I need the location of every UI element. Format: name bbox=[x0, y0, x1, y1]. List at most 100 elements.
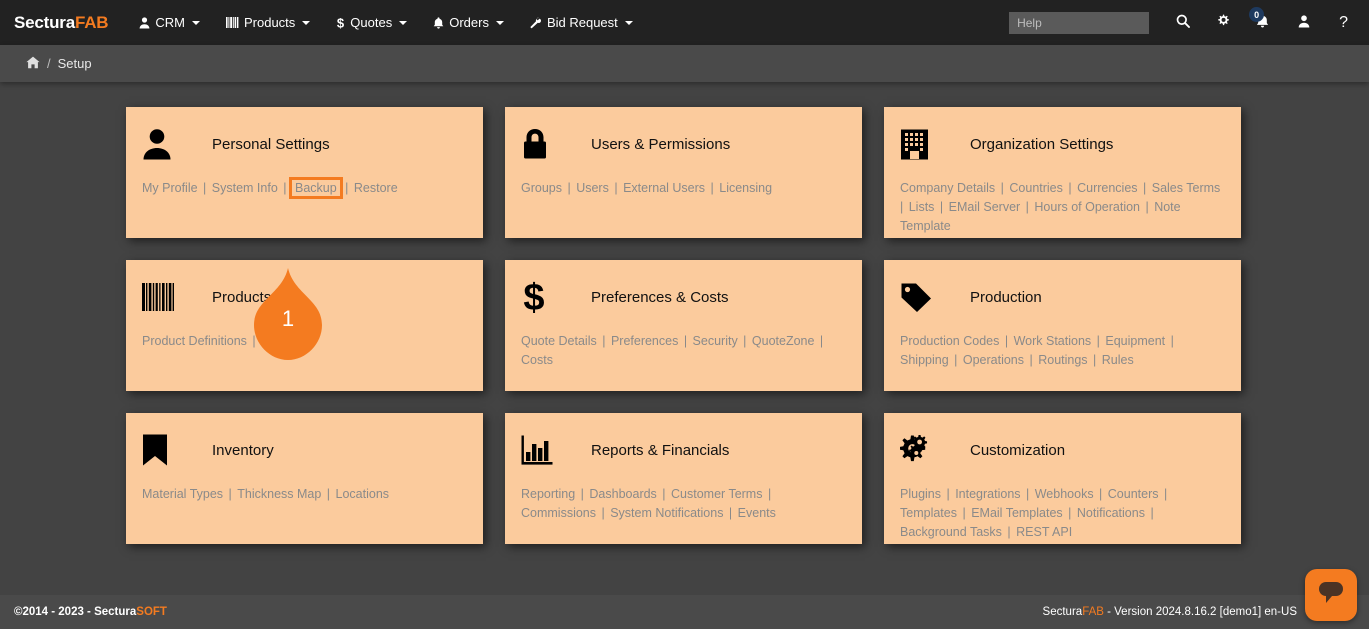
chevron-down-icon bbox=[302, 21, 310, 25]
copyright-accent: SOFT bbox=[136, 606, 167, 618]
card-link[interactable]: Lists bbox=[909, 200, 935, 214]
card-link[interactable]: Events bbox=[738, 506, 776, 520]
nav-item-quotes[interactable]: $ Quotes bbox=[323, 9, 420, 36]
card-link[interactable]: Shapes bbox=[261, 334, 303, 348]
user-icon bbox=[1298, 15, 1310, 31]
card-link[interactable]: Sales Terms bbox=[1152, 181, 1221, 195]
card-link[interactable]: Licensing bbox=[719, 181, 772, 195]
card-link[interactable]: Work Stations bbox=[1014, 334, 1092, 348]
link-separator: | bbox=[1140, 200, 1154, 214]
card-link[interactable]: EMail Templates bbox=[971, 506, 1062, 520]
help-button[interactable]: ? bbox=[1326, 8, 1361, 38]
card-title: Organization Settings bbox=[970, 136, 1113, 153]
link-separator: | bbox=[278, 181, 292, 195]
card-title: Inventory bbox=[212, 442, 274, 459]
card-links: Production Codes | Work Stations | Equip… bbox=[900, 332, 1225, 370]
nav-item-products[interactable]: Products bbox=[213, 9, 323, 36]
card-link[interactable]: Background Tasks bbox=[900, 525, 1002, 539]
chevron-down-icon bbox=[192, 21, 200, 25]
notification-badge: 0 bbox=[1249, 7, 1264, 22]
card-link[interactable]: Costs bbox=[521, 353, 553, 367]
card-link[interactable]: Customer Terms bbox=[671, 487, 762, 501]
notifications-button[interactable]: 0 bbox=[1243, 8, 1285, 37]
card-link[interactable]: Templates bbox=[900, 506, 957, 520]
card-link[interactable]: REST API bbox=[1016, 525, 1072, 539]
card-link[interactable]: Commissions bbox=[521, 506, 596, 520]
user-icon bbox=[139, 17, 150, 29]
card-links: Material Types | Thickness Map | Locatio… bbox=[142, 485, 467, 504]
card-link[interactable]: System Notifications bbox=[610, 506, 723, 520]
card-title: Personal Settings bbox=[212, 136, 330, 153]
card-link[interactable]: Hours of Operation bbox=[1034, 200, 1140, 214]
brand-logo[interactable]: SecturaFAB bbox=[14, 13, 108, 33]
link-separator: | bbox=[762, 487, 773, 501]
card-link[interactable]: Routings bbox=[1038, 353, 1087, 367]
card-link[interactable]: Preferences bbox=[611, 334, 678, 348]
card-link[interactable]: Production Codes bbox=[900, 334, 999, 348]
account-button[interactable] bbox=[1285, 9, 1326, 37]
card-title: Production bbox=[970, 289, 1042, 306]
breadcrumb-separator: / bbox=[47, 56, 51, 71]
card-link[interactable]: Dashboards bbox=[589, 487, 656, 501]
card-link[interactable]: Product Definitions bbox=[142, 334, 247, 348]
home-icon[interactable] bbox=[26, 56, 40, 72]
link-separator: | bbox=[597, 334, 611, 348]
card-link[interactable]: Restore bbox=[354, 181, 398, 195]
card-link[interactable]: Integrations bbox=[955, 487, 1020, 501]
card-link[interactable]: Operations bbox=[963, 353, 1024, 367]
chevron-down-icon bbox=[625, 21, 633, 25]
card-link[interactable]: Countries bbox=[1009, 181, 1063, 195]
card-link[interactable]: Webhooks bbox=[1035, 487, 1094, 501]
card-link[interactable]: Backup bbox=[292, 180, 340, 196]
card-link[interactable]: Equipment bbox=[1105, 334, 1165, 348]
card-header: Users & Permissions bbox=[521, 123, 846, 165]
card-link[interactable]: Currencies bbox=[1077, 181, 1137, 195]
nav-item-crm[interactable]: CRM bbox=[126, 9, 213, 36]
card-link[interactable]: Notifications bbox=[1077, 506, 1145, 520]
search-button[interactable] bbox=[1163, 8, 1203, 37]
card-link[interactable]: Thickness Map bbox=[237, 487, 321, 501]
card-link[interactable]: Rules bbox=[1102, 353, 1134, 367]
setup-card: $Preferences & CostsQuote Details | Pref… bbox=[505, 260, 862, 391]
card-link[interactable]: System Info bbox=[212, 181, 278, 195]
gears-icon bbox=[900, 433, 942, 467]
card-link[interactable]: EMail Server bbox=[949, 200, 1021, 214]
link-separator: | bbox=[1091, 334, 1105, 348]
card-link[interactable]: Company Details bbox=[900, 181, 995, 195]
search-icon bbox=[1176, 14, 1190, 31]
card-link[interactable]: Security bbox=[693, 334, 738, 348]
card-links: Plugins | Integrations | Webhooks | Coun… bbox=[900, 485, 1225, 542]
chat-widget-button[interactable] bbox=[1305, 569, 1357, 621]
card-link[interactable]: Counters bbox=[1108, 487, 1159, 501]
version-detail: - Version 2024.8.16.2 [demo1] en-US bbox=[1104, 606, 1297, 618]
link-separator: | bbox=[941, 487, 955, 501]
nav-item-orders[interactable]: Orders bbox=[420, 9, 517, 36]
card-link[interactable]: Users bbox=[576, 181, 609, 195]
card-header: Inventory bbox=[142, 429, 467, 471]
card-link[interactable]: My Profile bbox=[142, 181, 198, 195]
card-link[interactable]: Locations bbox=[336, 487, 390, 501]
card-link[interactable]: QuoteZone bbox=[752, 334, 815, 348]
card-link[interactable]: Reporting bbox=[521, 487, 575, 501]
tag-icon bbox=[900, 280, 942, 314]
link-separator: | bbox=[705, 181, 719, 195]
card-link[interactable]: Groups bbox=[521, 181, 562, 195]
nav-item-quotes-label: Quotes bbox=[350, 15, 392, 30]
setup-content: Personal Settings My Profile | System Inf… bbox=[0, 82, 1369, 544]
settings-button[interactable] bbox=[1203, 8, 1243, 37]
breadcrumb-current[interactable]: Setup bbox=[58, 56, 92, 71]
card-link[interactable]: External Users bbox=[623, 181, 705, 195]
help-search-input[interactable] bbox=[1009, 12, 1149, 34]
card-link[interactable]: Quote Details bbox=[521, 334, 597, 348]
nav-item-bid-request[interactable]: Bid Request bbox=[517, 9, 646, 36]
card-link[interactable]: Material Types bbox=[142, 487, 223, 501]
card-header: Organization Settings bbox=[900, 123, 1225, 165]
card-link[interactable]: Shipping bbox=[900, 353, 949, 367]
page-footer: ©2014 - 2023 - SecturaSOFT SecturaFAB - … bbox=[0, 595, 1369, 629]
link-separator: | bbox=[575, 487, 589, 501]
card-links: Reporting | Dashboards | Customer Terms … bbox=[521, 485, 846, 523]
link-separator: | bbox=[1094, 487, 1108, 501]
card-header: Production bbox=[900, 276, 1225, 318]
version-brand-accent: FAB bbox=[1082, 606, 1104, 618]
card-link[interactable]: Plugins bbox=[900, 487, 941, 501]
